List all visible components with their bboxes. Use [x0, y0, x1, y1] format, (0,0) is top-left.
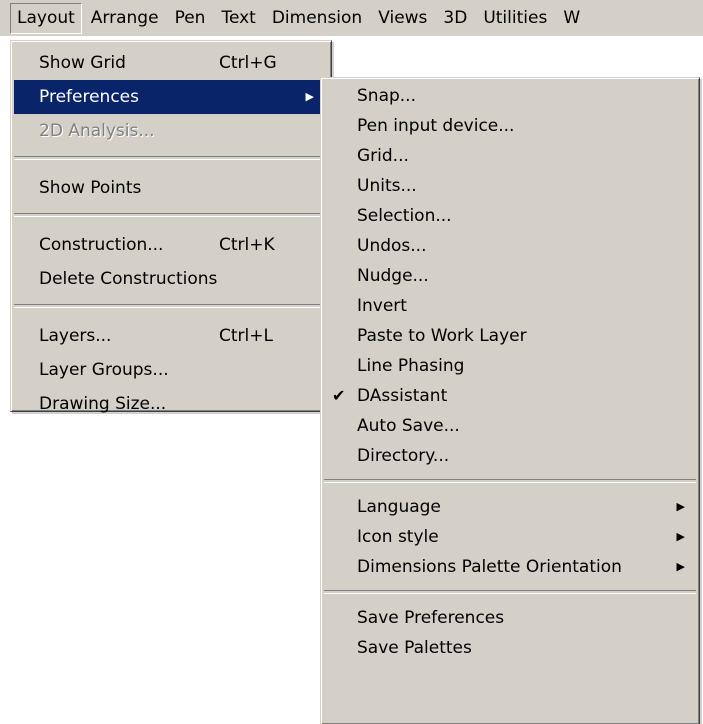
- menu-item-label: Nudge...: [357, 266, 429, 286]
- menu-item-layers[interactable]: Layers... Ctrl+L: [11, 319, 331, 353]
- menu-item-shortcut: Ctrl+G: [219, 53, 277, 73]
- menu-item-label: Drawing Size...: [39, 394, 167, 414]
- menu-dimension[interactable]: Dimension: [265, 3, 369, 34]
- preferences-submenu: Snap... Pen input device... Grid... Unit…: [320, 77, 700, 724]
- menu-utilities[interactable]: Utilities: [476, 3, 554, 34]
- menu-item-label: Snap...: [357, 86, 416, 106]
- menu-views[interactable]: Views: [371, 3, 434, 34]
- menu-item-nudge[interactable]: Nudge...: [321, 261, 699, 291]
- menu-item-label: Auto Save...: [357, 416, 460, 436]
- menu-item-label: Selection...: [357, 206, 452, 226]
- menu-separator: [324, 479, 696, 483]
- menu-item-layer-groups[interactable]: Layer Groups...: [11, 353, 331, 387]
- menu-item-paste-to-work-layer[interactable]: Paste to Work Layer: [321, 321, 699, 351]
- menu-window[interactable]: W: [556, 3, 587, 34]
- menu-item-label: DAssistant: [357, 386, 448, 406]
- menu-item-grid[interactable]: Grid...: [321, 141, 699, 171]
- menu-3d[interactable]: 3D: [436, 3, 474, 34]
- menu-item-label: Directory...: [357, 446, 450, 466]
- menu-item-undos[interactable]: Undos...: [321, 231, 699, 261]
- triangle-right-icon: ▶: [305, 90, 314, 103]
- menu-item-label: Line Phasing: [357, 356, 465, 376]
- menu-item-save-palettes[interactable]: Save Palettes: [321, 633, 699, 663]
- menu-item-label: Dimensions Palette Orientation: [357, 557, 622, 577]
- menu-arrange[interactable]: Arrange: [84, 3, 166, 34]
- menu-item-invert[interactable]: Invert: [321, 291, 699, 321]
- menu-item-dassistant[interactable]: ✔ DAssistant: [321, 381, 699, 411]
- menu-item-label: Undos...: [357, 236, 427, 256]
- menu-item-construction[interactable]: Construction... Ctrl+K: [11, 228, 331, 262]
- menu-item-save-preferences[interactable]: Save Preferences: [321, 603, 699, 633]
- layout-dropdown-menu: Show Grid Ctrl+G Preferences ▶ 2D Analys…: [10, 40, 332, 414]
- menu-item-label: Invert: [357, 296, 407, 316]
- menu-item-2d-analysis: 2D Analysis...: [11, 114, 331, 148]
- menu-separator: [14, 156, 328, 160]
- menu-item-label: Show Grid: [39, 53, 126, 73]
- menu-item-snap[interactable]: Snap...: [321, 81, 699, 111]
- menu-separator: [14, 213, 328, 217]
- menu-item-show-points[interactable]: Show Points: [11, 171, 331, 205]
- menu-item-label: Layers...: [39, 326, 112, 346]
- menu-item-label: Paste to Work Layer: [357, 326, 527, 346]
- menu-item-selection[interactable]: Selection...: [321, 201, 699, 231]
- menu-item-label: Language: [357, 497, 441, 517]
- menu-item-label: Construction...: [39, 235, 164, 255]
- menu-item-language[interactable]: Language ▶: [321, 492, 699, 522]
- menu-text[interactable]: Text: [214, 3, 262, 34]
- menu-item-label: Pen input device...: [357, 116, 515, 136]
- menu-item-directory[interactable]: Directory...: [321, 441, 699, 471]
- menu-item-label: 2D Analysis...: [39, 121, 155, 141]
- menu-item-preferences[interactable]: Preferences ▶: [14, 80, 328, 114]
- menu-separator: [324, 590, 696, 594]
- menu-item-show-grid[interactable]: Show Grid Ctrl+G: [11, 46, 331, 80]
- triangle-right-icon: ▶: [676, 530, 685, 543]
- menu-item-label: Icon style: [357, 527, 439, 547]
- menu-item-label: Save Preferences: [357, 608, 505, 628]
- menu-item-line-phasing[interactable]: Line Phasing: [321, 351, 699, 381]
- menu-item-label: Preferences: [39, 87, 139, 107]
- checkmark-icon: ✔: [332, 386, 346, 405]
- menu-item-label: Save Palettes: [357, 638, 472, 658]
- menu-item-label: Grid...: [357, 146, 409, 166]
- menu-item-label: Show Points: [39, 178, 142, 198]
- menu-item-delete-constructions[interactable]: Delete Constructions: [11, 262, 331, 296]
- menu-item-shortcut: Ctrl+K: [219, 235, 275, 255]
- menu-item-label: Units...: [357, 176, 417, 196]
- menu-item-icon-style[interactable]: Icon style ▶: [321, 522, 699, 552]
- triangle-right-icon: ▶: [676, 500, 685, 513]
- menu-item-units[interactable]: Units...: [321, 171, 699, 201]
- menu-item-dimensions-palette-orientation[interactable]: Dimensions Palette Orientation ▶: [321, 552, 699, 582]
- menu-item-label: Layer Groups...: [39, 360, 169, 380]
- triangle-right-icon: ▶: [676, 560, 685, 573]
- menu-item-drawing-size[interactable]: Drawing Size...: [11, 387, 331, 421]
- menu-item-shortcut: Ctrl+L: [219, 326, 273, 346]
- menu-bar: Layout Arrange Pen Text Dimension Views …: [0, 0, 703, 36]
- menu-item-pen-input-device[interactable]: Pen input device...: [321, 111, 699, 141]
- menu-item-auto-save[interactable]: Auto Save...: [321, 411, 699, 441]
- menu-layout[interactable]: Layout: [10, 2, 82, 34]
- menu-item-label: Delete Constructions: [39, 269, 218, 289]
- menu-pen[interactable]: Pen: [168, 3, 213, 34]
- menu-separator: [14, 304, 328, 308]
